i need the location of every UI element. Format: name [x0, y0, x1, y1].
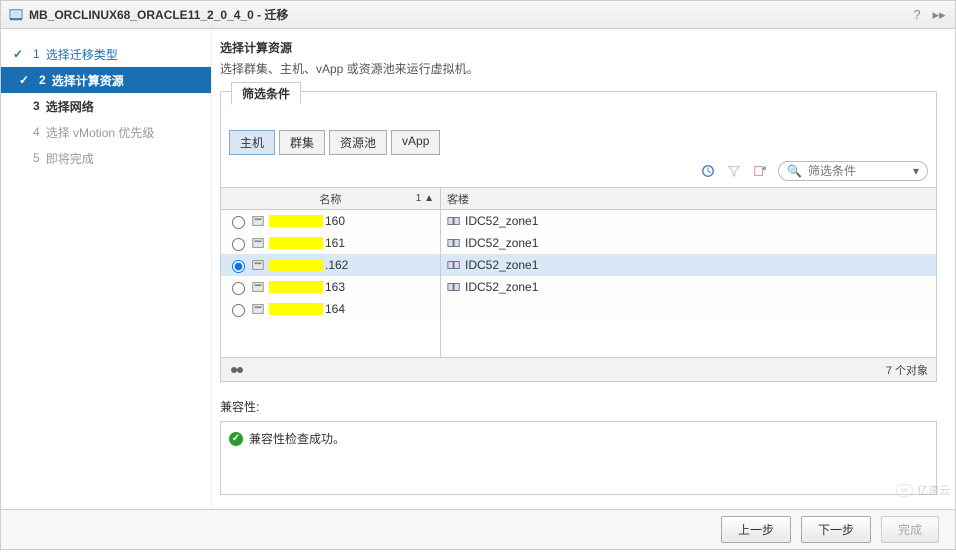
table-row[interactable]: IDC52_zone1 [441, 254, 936, 276]
table-row[interactable]: 163 [221, 276, 440, 298]
cluster-icon [447, 258, 461, 272]
wizard-sidebar: ✓ 1 选择迁移类型 ✓ 2 选择计算资源 3 选择网络 4 选择 vMotio… [1, 29, 211, 509]
table-row[interactable]: IDC52_zone1 [441, 210, 936, 232]
tab-clusters[interactable]: 群集 [279, 130, 325, 155]
check-icon: ✓ [13, 47, 27, 61]
tab-vapp[interactable]: vApp [391, 130, 440, 155]
redacted-highlight [269, 303, 323, 315]
finish-button: 完成 [881, 516, 939, 543]
host-icon [251, 280, 265, 294]
back-button[interactable]: 上一步 [721, 516, 791, 543]
table-row[interactable]: 164 [221, 298, 440, 320]
step-label: 选择计算资源 [52, 72, 124, 89]
filter-tab[interactable]: 筛选条件 [231, 82, 301, 105]
tab-resource-pools[interactable]: 资源池 [329, 130, 387, 155]
row-radio[interactable] [232, 282, 245, 295]
host-icon [251, 302, 265, 316]
titlebar: MB_ORCLINUX68_ORACLE11_2_0_4_0 - 迁移 ? ▸▸ [1, 1, 955, 29]
table-row[interactable] [441, 298, 936, 320]
host-icon [251, 258, 265, 272]
vm-icon [9, 8, 23, 22]
column-header-name[interactable]: 名称 1 ▲ [221, 188, 440, 210]
host-grid: 名称 1 ▲ 160 161 .162 163 164 客楼 IDC52_zone1 ID… [221, 187, 936, 357]
host-suffix: 163 [325, 280, 345, 294]
cluster-icon [447, 280, 461, 294]
redacted-highlight [269, 237, 323, 249]
step-label: 选择迁移类型 [46, 46, 118, 63]
host-suffix: 164 [325, 302, 345, 316]
object-count: 7 个对象 [886, 362, 928, 378]
step-label: 即将完成 [46, 150, 94, 167]
cluster-name: IDC52_zone1 [465, 214, 538, 228]
panel-subtitle: 选择群集、主机、vApp 或资源池来运行虚拟机。 [220, 60, 937, 77]
cluster-name: IDC52_zone1 [465, 280, 538, 294]
search-icon: 🔍 [787, 164, 802, 178]
migration-dialog: MB_ORCLINUX68_ORACLE11_2_0_4_0 - 迁移 ? ▸▸… [0, 0, 956, 550]
panel-title: 选择计算资源 [220, 39, 937, 56]
cluster-name: IDC52_zone1 [465, 258, 538, 272]
step-ready-complete: 5 即将完成 [1, 145, 211, 171]
step-label: 选择 vMotion 优先级 [46, 124, 155, 141]
search-input[interactable] [806, 163, 906, 179]
step-label: 选择网络 [46, 98, 94, 115]
row-radio[interactable] [232, 238, 245, 251]
filter-box: 筛选条件 主机 群集 资源池 vApp 🔍 ▾ [220, 91, 937, 382]
row-radio[interactable] [232, 216, 245, 229]
grid-footer: 7 个对象 [221, 357, 936, 381]
step-compute-resource[interactable]: ✓ 2 选择计算资源 [1, 67, 211, 93]
tab-hosts[interactable]: 主机 [229, 130, 275, 155]
table-row[interactable]: .162 [221, 254, 440, 276]
cluster-name: IDC52_zone1 [465, 236, 538, 250]
search-dropdown-icon[interactable]: ▾ [913, 164, 919, 178]
step-migration-type[interactable]: ✓ 1 选择迁移类型 [1, 41, 211, 67]
resource-type-tabs: 主机 群集 资源池 vApp [221, 122, 936, 155]
compatibility-box: ✓ 兼容性检查成功。 [220, 421, 937, 495]
redacted-highlight [269, 215, 323, 227]
table-row[interactable]: 160 [221, 210, 440, 232]
watermark-logo-icon: ∞ [896, 484, 913, 497]
check-icon: ✓ [19, 73, 33, 87]
dialog-title: MB_ORCLINUX68_ORACLE11_2_0_4_0 - 迁移 [29, 6, 903, 23]
table-row[interactable]: IDC52_zone1 [441, 276, 936, 298]
host-icon [251, 214, 265, 228]
redacted-highlight [269, 259, 323, 271]
table-row[interactable]: IDC52_zone1 [441, 232, 936, 254]
dialog-footer: 上一步 下一步 完成 [1, 509, 955, 549]
table-row[interactable]: 161 [221, 232, 440, 254]
watermark: ∞ 亿速云 [896, 482, 950, 498]
next-button[interactable]: 下一步 [801, 516, 871, 543]
compatibility-message: 兼容性检查成功。 [249, 430, 345, 447]
row-radio[interactable] [232, 260, 245, 273]
search-box[interactable]: 🔍 ▾ [778, 161, 928, 181]
host-suffix: 161 [325, 236, 345, 250]
host-suffix: .162 [325, 258, 348, 272]
compatibility-label: 兼容性: [220, 398, 937, 415]
cluster-icon [447, 236, 461, 250]
clock-icon[interactable] [700, 163, 716, 179]
find-icon[interactable] [229, 362, 245, 378]
host-icon [251, 236, 265, 250]
help-icon[interactable]: ? [909, 7, 925, 23]
redacted-highlight [269, 281, 323, 293]
column-header-cluster[interactable]: 客楼 [441, 188, 936, 210]
main-panel: 选择计算资源 选择群集、主机、vApp 或资源池来运行虚拟机。 筛选条件 主机 … [211, 29, 955, 509]
step-vmotion-priority: 4 选择 vMotion 优先级 [1, 119, 211, 145]
filter-clear-icon[interactable] [726, 163, 742, 179]
export-icon[interactable] [752, 163, 768, 179]
cluster-icon [447, 214, 461, 228]
host-suffix: 160 [325, 214, 345, 228]
grid-toolbar: 🔍 ▾ [221, 155, 936, 187]
success-icon: ✓ [229, 432, 243, 446]
expand-icon[interactable]: ▸▸ [931, 7, 947, 23]
row-radio[interactable] [232, 304, 245, 317]
step-select-network[interactable]: 3 选择网络 [1, 93, 211, 119]
sort-indicator: 1 ▲ [416, 193, 434, 204]
